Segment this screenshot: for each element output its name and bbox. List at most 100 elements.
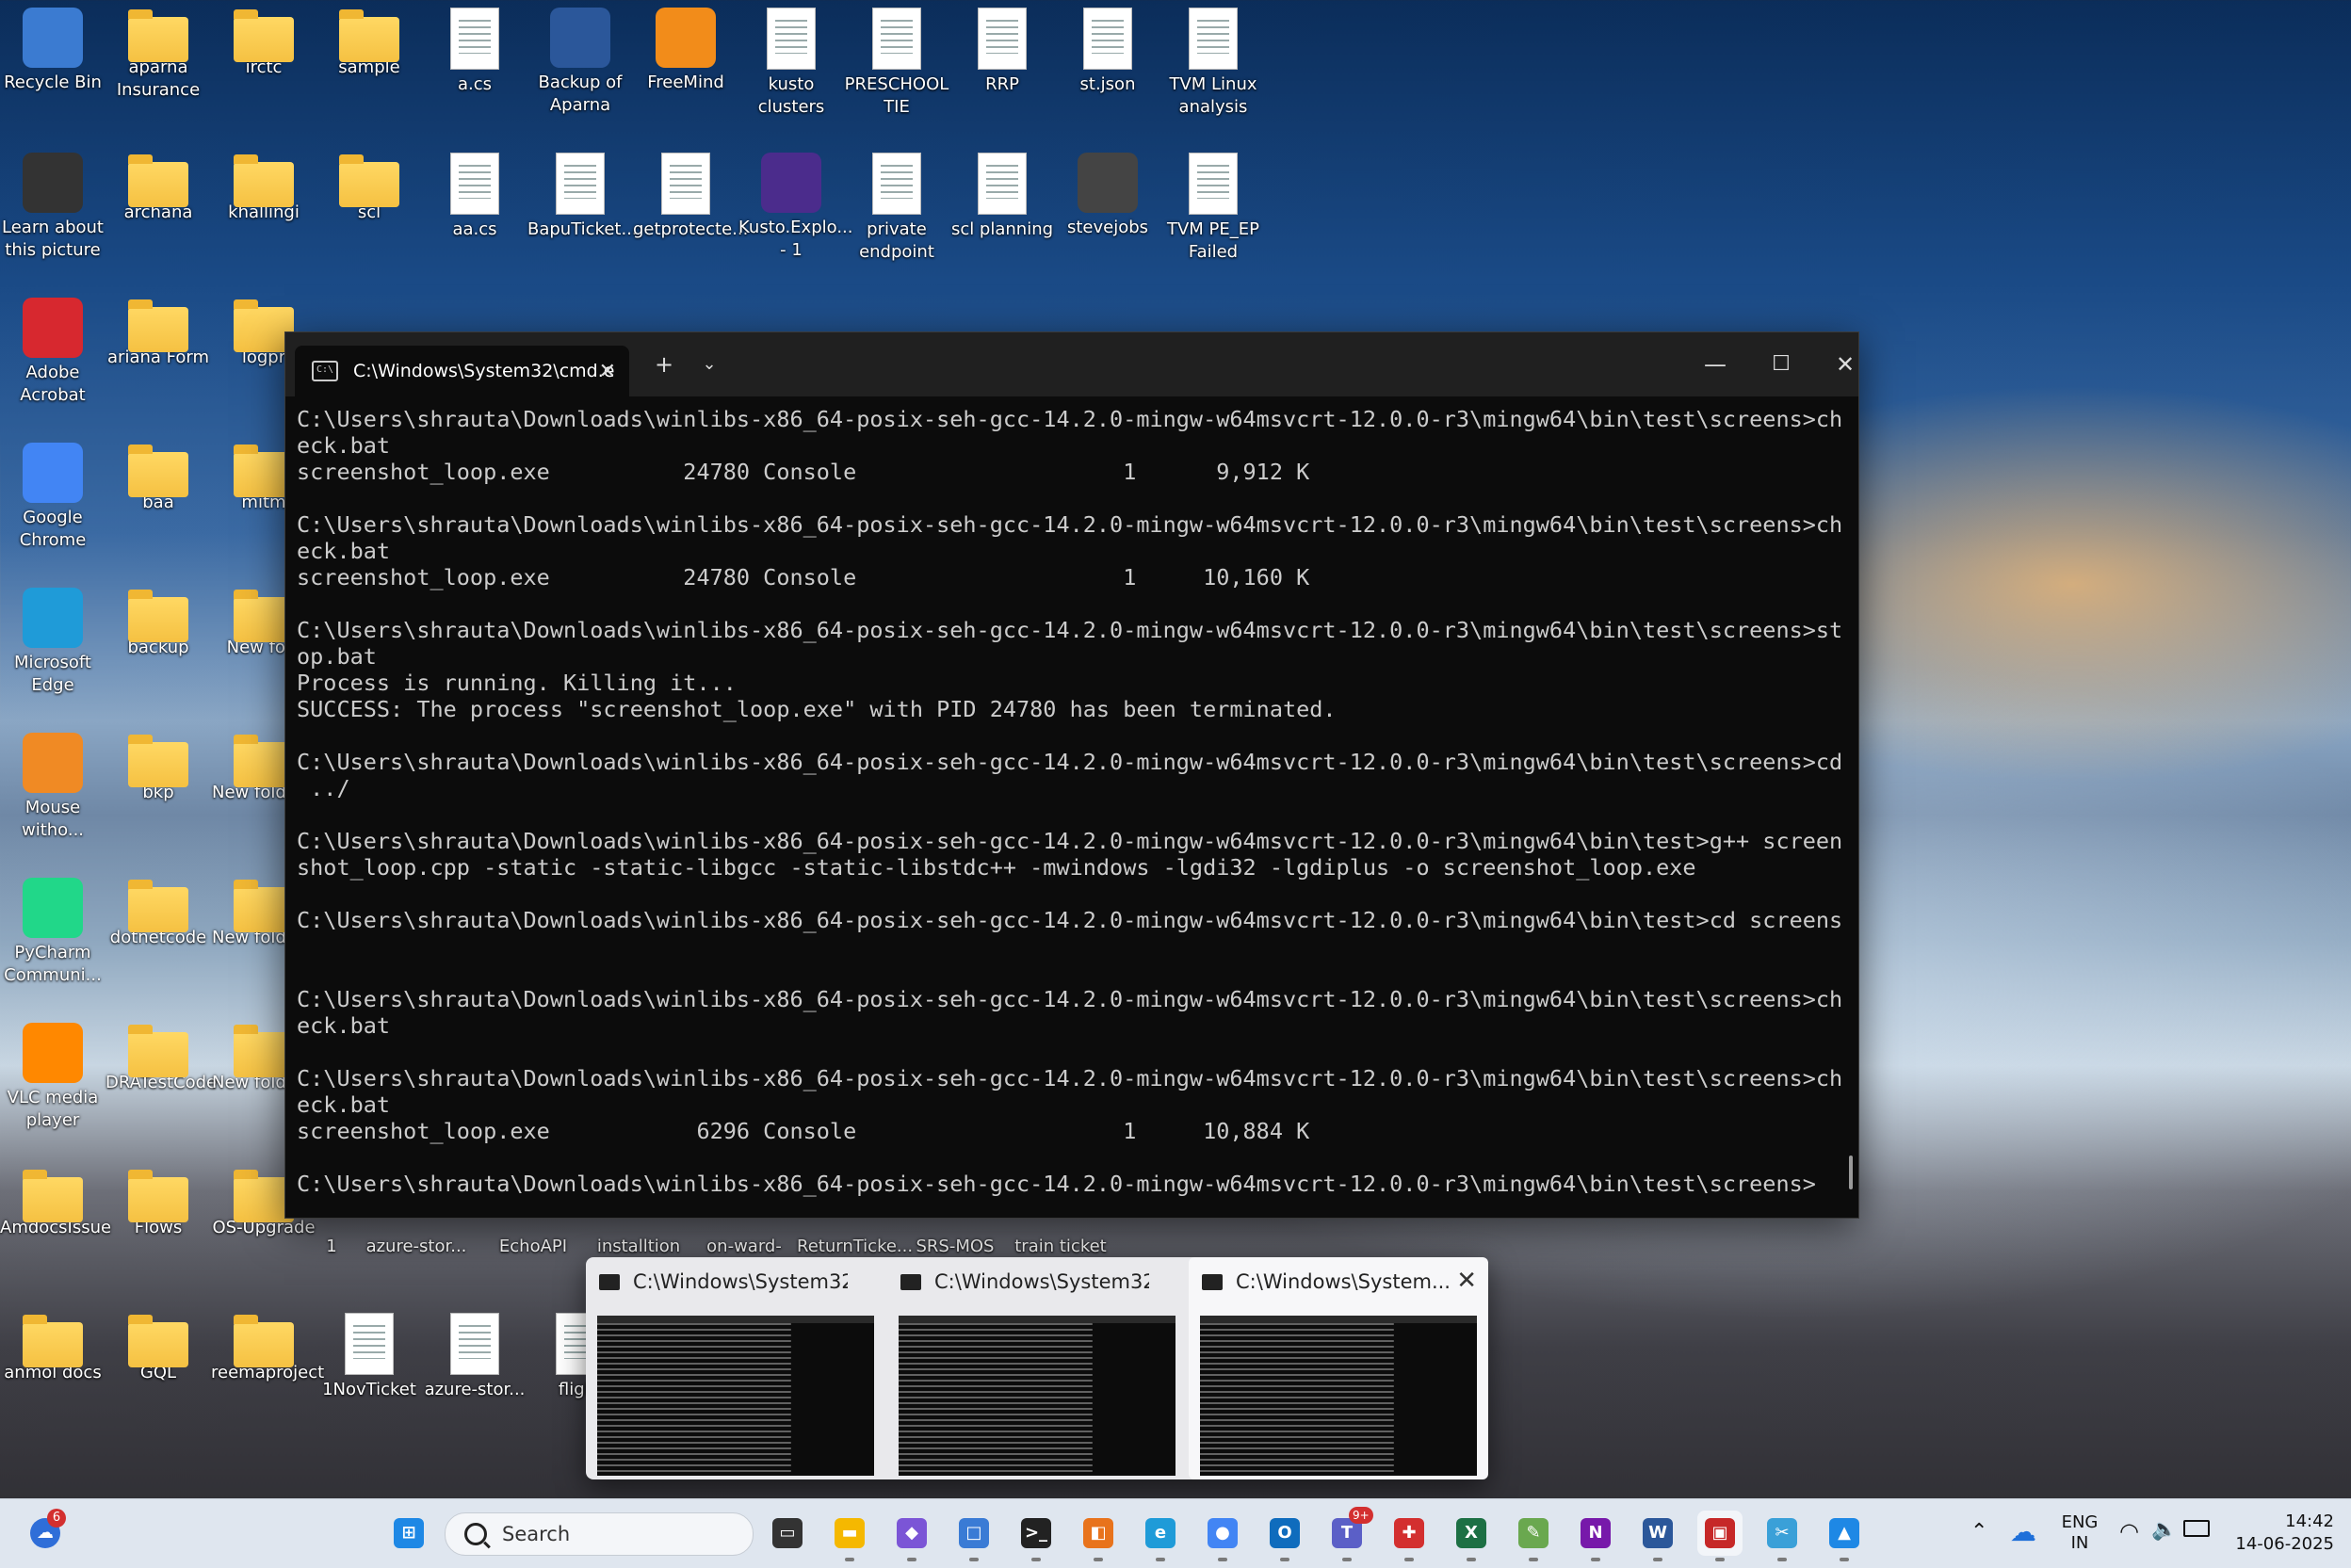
desktop-icon[interactable]: stevejobs <box>1055 145 1160 239</box>
desktop-icon[interactable]: TVM PE_EP Failed <box>1160 145 1266 264</box>
terminal-titlebar[interactable]: C:\ C:\Windows\System32\cmd.e ✕ + ⌄ — ☐ … <box>285 332 1858 396</box>
desktop-icon[interactable]: DRATestCode <box>105 1015 217 1094</box>
desktop-icon[interactable]: Flows <box>105 1160 211 1239</box>
taskbar-snipping-tool[interactable]: ✂ <box>1759 1511 1805 1561</box>
search-input[interactable]: Search <box>445 1512 754 1556</box>
clock[interactable]: 14:42 14-06-2025 <box>2230 1511 2334 1556</box>
taskbar-outlook[interactable]: O <box>1262 1511 1307 1561</box>
terminal-icon <box>900 1273 921 1290</box>
battery-icon[interactable] <box>2183 1520 2210 1537</box>
window-thumbnail[interactable]: C:\Windows\System32\cmd... <box>586 1257 885 1479</box>
desktop-icon[interactable]: PRESCHOOL TIE <box>844 0 949 119</box>
onedrive-icon[interactable]: ☁ <box>2010 1516 2036 1547</box>
taskbar-onenote[interactable]: N <box>1573 1511 1618 1561</box>
tab-dropdown-button[interactable]: ⌄ <box>689 346 730 383</box>
desktop-icon[interactable]: GQL <box>105 1305 211 1384</box>
doc-icon <box>1189 153 1238 215</box>
taskbar-excel[interactable]: X <box>1449 1511 1494 1561</box>
desktop-icon[interactable]: st.json <box>1055 0 1160 96</box>
desktop-icon[interactable]: PyCharm Communi... <box>0 870 105 987</box>
desktop-icon[interactable]: irctc <box>211 0 316 79</box>
taskbar-terminal[interactable]: >_ <box>1013 1511 1059 1561</box>
new-tab-button[interactable]: + <box>643 346 685 383</box>
desktop-icon[interactable]: private endpoint <box>844 145 949 264</box>
desktop-icon[interactable]: archana <box>105 145 211 224</box>
desktop-icon[interactable]: Microsoft Edge <box>0 580 105 697</box>
desktop-icon-label[interactable]: EchoAPI <box>480 1236 586 1258</box>
desktop-icon[interactable]: Backup of Aparna <box>527 0 633 117</box>
desktop-icon[interactable]: aparna Insurance <box>105 0 211 102</box>
app-icon <box>656 8 716 68</box>
desktop-icon-label[interactable]: train ticket <box>1008 1236 1113 1258</box>
desktop-icon[interactable]: AmdocsIssue <box>0 1160 111 1239</box>
taskbar-word[interactable]: W <box>1635 1511 1680 1561</box>
terminal-window[interactable]: C:\ C:\Windows\System32\cmd.e ✕ + ⌄ — ☐ … <box>284 331 1859 1219</box>
desktop-icon[interactable]: kusto clusters <box>738 0 844 119</box>
desktop-icon[interactable]: ariana Form <box>105 290 211 369</box>
window-thumbnail[interactable]: C:\Windows\System32\cm... <box>887 1257 1187 1479</box>
desktop-icon[interactable]: FreeMind <box>633 0 738 94</box>
taskbar-remote-desktop[interactable]: ▣ <box>1697 1511 1743 1561</box>
desktop-icon[interactable]: reemaproject <box>211 1305 324 1384</box>
taskbar-start-button[interactable]: ⊞ <box>386 1511 431 1556</box>
scrollbar[interactable] <box>1849 1156 1853 1189</box>
desktop-icon[interactable]: TVM Linux analysis <box>1160 0 1266 119</box>
wifi-icon[interactable]: ◠ <box>2119 1518 2139 1544</box>
close-tab-icon[interactable]: ✕ <box>599 360 616 383</box>
terminal-line: C:\Users\shrauta\Downloads\winlibs-x86_6… <box>297 1065 1843 1091</box>
desktop-icon[interactable]: VLC media player <box>0 1015 105 1132</box>
desktop-icon-label: kusto clusters <box>757 74 825 117</box>
window-thumbnail[interactable]: C:\Windows\System... ✕ <box>1189 1257 1488 1479</box>
minimize-button[interactable]: — <box>1694 346 1736 383</box>
desktop-icon[interactable]: getprotecte... <box>633 145 748 241</box>
desktop-icon[interactable]: BapuTicket... <box>527 145 638 241</box>
volume-icon[interactable]: 🔈 <box>2151 1518 2177 1542</box>
desktop-icon[interactable]: bkp <box>105 725 211 804</box>
desktop-icon-label[interactable]: azure-stor... <box>364 1236 469 1258</box>
language-indicator[interactable]: ENG IN <box>2061 1512 2099 1554</box>
maximize-button[interactable]: ☐ <box>1760 346 1802 383</box>
desktop-icon[interactable]: a.cs <box>422 0 527 96</box>
desktop-icon[interactable]: 1NovTicket <box>316 1305 422 1401</box>
desktop-icon[interactable]: Adobe Acrobat <box>0 290 105 407</box>
taskbar-window-app[interactable]: □ <box>951 1511 997 1561</box>
weather-widget[interactable]: ☁ 6 <box>23 1509 68 1556</box>
taskbar-edge[interactable]: e <box>1138 1511 1183 1561</box>
desktop-icon[interactable]: baa <box>105 435 211 514</box>
taskbar-teams[interactable]: T 9+ <box>1324 1507 1373 1561</box>
desktop-icon[interactable]: khallingi <box>211 145 316 224</box>
desktop-icon[interactable]: scl planning <box>949 145 1055 241</box>
desktop-icon-label[interactable]: ReturnTicke... <box>797 1236 913 1258</box>
desktop-icon[interactable]: Mouse witho... <box>0 725 105 842</box>
taskbar-security-app[interactable]: ✚ <box>1386 1511 1432 1561</box>
desktop-icon[interactable]: backup <box>105 580 211 659</box>
desktop-icon[interactable]: Learn about this picture <box>0 145 105 262</box>
taskbar-file-explorer[interactable]: ▬ <box>827 1511 872 1561</box>
desktop-icon-label[interactable]: SRS-MOS <box>902 1236 1008 1258</box>
close-window-button[interactable]: ✕ <box>1824 346 1866 383</box>
desktop-icon-label: 1NovTicket <box>322 1380 416 1399</box>
desktop-icon[interactable]: Google Chrome <box>0 435 105 552</box>
desktop-icon[interactable]: sample <box>316 0 422 79</box>
desktop-icon[interactable]: Kusto.Explo... - 1 <box>738 145 852 262</box>
running-indicator <box>1031 1558 1041 1561</box>
desktop-icon[interactable]: RRP <box>949 0 1055 96</box>
desktop-icon[interactable]: azure-stor... <box>422 1305 527 1401</box>
taskbar-paint-app[interactable]: ✎ <box>1511 1511 1556 1561</box>
chevron-up-icon[interactable]: ⌃ <box>1970 1520 1987 1544</box>
language-code: ENG <box>2061 1512 2099 1532</box>
desktop-icon-label[interactable]: installtion <box>586 1236 691 1258</box>
taskbar-photos-app[interactable]: ▲ <box>1822 1511 1867 1561</box>
desktop-icon[interactable]: anmol docs <box>0 1305 105 1384</box>
desktop-icon[interactable]: dotnetcode <box>105 870 211 949</box>
terminal-output[interactable]: C:\Users\shrauta\Downloads\winlibs-x86_6… <box>285 396 1858 1216</box>
close-icon[interactable]: ✕ <box>1456 1267 1477 1295</box>
terminal-tab[interactable]: C:\ C:\Windows\System32\cmd.e ✕ <box>295 346 629 396</box>
desktop-icon[interactable]: scl <box>316 145 422 224</box>
taskbar-m365[interactable]: ◆ <box>889 1511 934 1561</box>
taskbar-chrome[interactable]: ● <box>1200 1511 1245 1561</box>
taskbar-task-view[interactable]: ▭ <box>765 1511 810 1556</box>
desktop-icon[interactable]: Recycle Bin <box>0 0 105 94</box>
desktop-icon[interactable]: aa.cs <box>422 145 527 241</box>
taskbar-office-app[interactable]: ◧ <box>1076 1511 1121 1561</box>
